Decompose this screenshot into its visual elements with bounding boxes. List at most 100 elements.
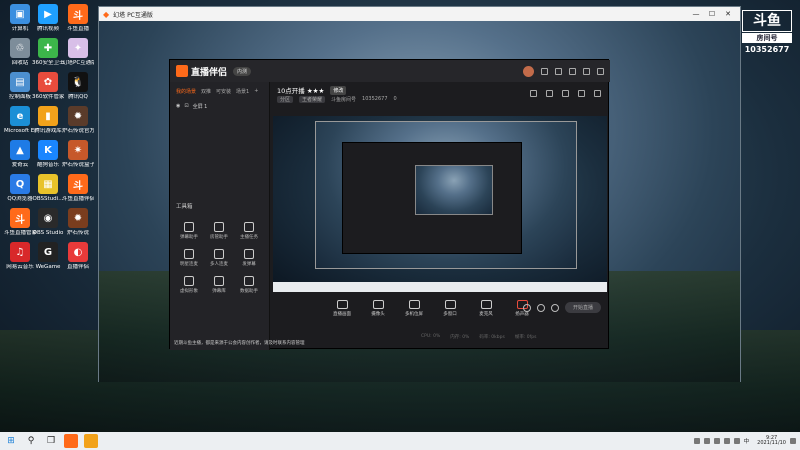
scene-panel: 我的场景 双推 可安装 场景1 + ◉ ⊡ 全屏 1 工具箱 弹幕助手 房管助手 主… bbox=[170, 82, 305, 350]
screen-capture-button[interactable]: 直播画面 bbox=[331, 300, 353, 317]
preview-taskbar bbox=[273, 282, 607, 292]
desktop-icon-label: 炉石传说官方 bbox=[62, 128, 94, 134]
app-icon: ◆ bbox=[103, 9, 110, 19]
eye-icon[interactable]: ◉ bbox=[176, 103, 180, 110]
game-taskbar-icon[interactable] bbox=[84, 434, 98, 448]
tray-icon-3[interactable] bbox=[713, 438, 720, 444]
version-badge[interactable]: 内测 bbox=[233, 66, 252, 76]
tool-label: 多人连麦 bbox=[210, 262, 228, 267]
camera-icon bbox=[372, 300, 384, 309]
search-icon[interactable]: ⚲ bbox=[24, 434, 38, 448]
message-icon[interactable] bbox=[541, 67, 548, 75]
tool-item[interactable]: 主播任务 bbox=[234, 222, 264, 240]
tab-my-scenes[interactable]: 我的场景 bbox=[176, 88, 196, 95]
maximize-button[interactable]: ☐ bbox=[704, 10, 720, 18]
tool-item[interactable]: 虚拟形象 bbox=[174, 276, 204, 294]
close-button[interactable]: ✕ bbox=[720, 10, 736, 18]
desktop-icon[interactable]: ◐ 直播伴侣 bbox=[62, 242, 94, 270]
multi-screen-button[interactable]: 多机位屏 bbox=[403, 300, 425, 317]
tab-installable[interactable]: 可安装 bbox=[216, 88, 231, 95]
brand-name: 直播伴侣 bbox=[191, 67, 228, 78]
window-button[interactable]: 多窗口 bbox=[439, 300, 461, 317]
desktop-icon[interactable]: ▶ 腾讯视频 bbox=[32, 4, 64, 32]
scene-item[interactable]: ◉ ⊡ 全屏 1 bbox=[170, 95, 269, 118]
room-number: 10352677 bbox=[362, 96, 388, 102]
game-icon: ✦ bbox=[68, 38, 88, 58]
desktop-icon[interactable]: ✚ 360安全卫士 bbox=[32, 38, 64, 66]
tray-icon-2[interactable] bbox=[703, 438, 710, 444]
desktop-icon[interactable]: ◉ OBS Studio bbox=[32, 208, 64, 236]
tool-item[interactable]: 弹幕助手 bbox=[174, 222, 204, 240]
tool-icon bbox=[184, 222, 194, 232]
desktop-icon[interactable]: ✦ 幻塔PC互通版 bbox=[62, 38, 94, 66]
tray-icon-1[interactable] bbox=[693, 438, 700, 444]
minimize-button[interactable]: — bbox=[688, 10, 704, 18]
tool-item[interactable]: 多人连麦 bbox=[204, 249, 234, 267]
clock[interactable]: 9:27 2021/11/10 bbox=[757, 435, 786, 447]
tool-icon bbox=[244, 249, 254, 259]
tool-item[interactable]: 数据助手 bbox=[234, 276, 264, 294]
apps-icon: ✿ bbox=[38, 72, 58, 92]
desktop-icon[interactable]: K 酷狗音乐 bbox=[32, 140, 64, 168]
avatar[interactable] bbox=[523, 65, 534, 77]
network-icon[interactable] bbox=[723, 438, 730, 444]
desktop-icon[interactable]: ✹ 炉石传说官方 bbox=[62, 106, 94, 134]
record-icon[interactable] bbox=[522, 303, 531, 312]
layers-icon[interactable] bbox=[562, 90, 569, 97]
desktop-icons: ▣ 计算机 ▶ 腾讯视频斗斗鱼直播 ♲ 回收站 ✚ 360安全卫士 ✦ 幻塔PC互通版 ▤ 控制面板 ✿… bbox=[0, 0, 98, 432]
notification-icon[interactable] bbox=[790, 438, 796, 444]
desktop-icon[interactable]: ✹ 炉石传说 bbox=[62, 208, 94, 236]
camera-button[interactable]: 摄像头 bbox=[367, 300, 389, 317]
add-scene-icon[interactable]: + bbox=[254, 88, 258, 95]
tool-icon bbox=[244, 222, 254, 232]
shield-icon: ✚ bbox=[38, 38, 58, 58]
preview-desktop bbox=[273, 116, 607, 292]
tool-icon bbox=[214, 222, 224, 232]
desktop-icon[interactable]: ▮ 腾讯游戏库 bbox=[32, 106, 64, 134]
close-icon[interactable] bbox=[597, 67, 604, 75]
bell-icon[interactable] bbox=[578, 90, 585, 97]
gear-icon[interactable] bbox=[550, 303, 559, 312]
lock-icon[interactable] bbox=[546, 90, 553, 97]
stream-preview[interactable] bbox=[273, 116, 607, 292]
share-icon[interactable] bbox=[594, 90, 601, 97]
tool-item[interactable]: 发弹幕 bbox=[234, 249, 264, 267]
start-icon[interactable]: ⊞ bbox=[4, 434, 18, 448]
microphone-button[interactable]: 麦克风 bbox=[475, 300, 497, 317]
stream-actions bbox=[530, 90, 601, 97]
outer-window-title: 幻塔 PC互通版 bbox=[113, 11, 153, 19]
lock-icon[interactable]: ⊡ bbox=[184, 103, 188, 110]
tool-icon bbox=[214, 249, 224, 259]
bottom-side-actions: 开始直播 bbox=[522, 302, 601, 313]
desktop-icon[interactable]: ▦ OBSStudi... bbox=[32, 174, 64, 202]
timer-icon[interactable] bbox=[536, 303, 545, 312]
desktop-icon[interactable]: G WeGame bbox=[32, 242, 64, 270]
kugou-icon: K bbox=[38, 140, 58, 160]
volume-icon[interactable] bbox=[733, 438, 740, 444]
trash-icon[interactable] bbox=[530, 90, 537, 97]
outer-window-content: 直播伴侣 内测 我的场景 双推 可安装 场景1 + ◉ ⊡ 全屏 1 工具箱 弹… bbox=[99, 21, 740, 382]
desktop-icon[interactable]: ✿ 360软件管家 bbox=[32, 72, 64, 100]
douyu-taskbar-icon[interactable] bbox=[64, 434, 78, 448]
tab-dual[interactable]: 双推 bbox=[201, 88, 211, 95]
recycle-bin-icon: ♲ bbox=[10, 38, 30, 58]
computer-icon: ▣ bbox=[10, 4, 30, 24]
start-live-button[interactable]: 开始直播 bbox=[564, 302, 601, 313]
input-language[interactable]: 中 bbox=[744, 437, 750, 445]
skin-icon[interactable] bbox=[555, 67, 562, 75]
category-value[interactable]: 王者荣耀 bbox=[299, 96, 326, 103]
desktop-icon[interactable]: 🐧 腾讯QQ bbox=[62, 72, 94, 100]
tab-scene1[interactable]: 场景1 bbox=[236, 88, 249, 95]
edit-title-button[interactable]: 修改 bbox=[330, 85, 347, 95]
desktop: ▣ 计算机 ▶ 腾讯视频斗斗鱼直播 ♲ 回收站 ✚ 360安全卫士 ✦ 幻塔PC互通版 ▤ 控制面板 ✿… bbox=[0, 0, 800, 432]
desktop-icon[interactable]: 斗斗鱼直播伴侣 bbox=[62, 174, 94, 202]
tool-item[interactable]: 明星连麦 bbox=[174, 249, 204, 267]
settings-icon[interactable] bbox=[569, 67, 576, 75]
tool-item[interactable]: 弹幕库 bbox=[204, 276, 234, 294]
task-view-icon[interactable]: ❒ bbox=[44, 434, 58, 448]
live-assistant-window: 直播伴侣 内测 我的场景 双推 可安装 场景1 + ◉ ⊡ 全屏 1 工具箱 弹… bbox=[169, 59, 610, 350]
desktop-icon[interactable]: 斗斗鱼直播 bbox=[62, 4, 94, 32]
tool-item[interactable]: 房管助手 bbox=[204, 222, 234, 240]
minimize-icon[interactable] bbox=[583, 67, 590, 75]
desktop-icon[interactable]: ✷ 炉石传说盒子 bbox=[62, 140, 94, 168]
